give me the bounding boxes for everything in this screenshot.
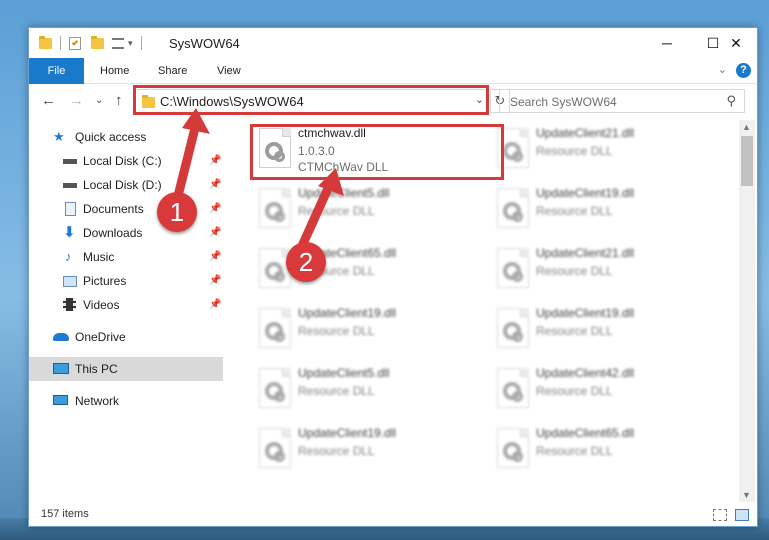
arrow-1: [173, 119, 201, 201]
arrow-2: [297, 179, 335, 251]
callout-arrows: [173, 108, 344, 251]
arrow-1-head: [182, 108, 210, 134]
step-1-badge: 1: [157, 192, 197, 232]
step-2-badge: 2: [286, 242, 326, 282]
